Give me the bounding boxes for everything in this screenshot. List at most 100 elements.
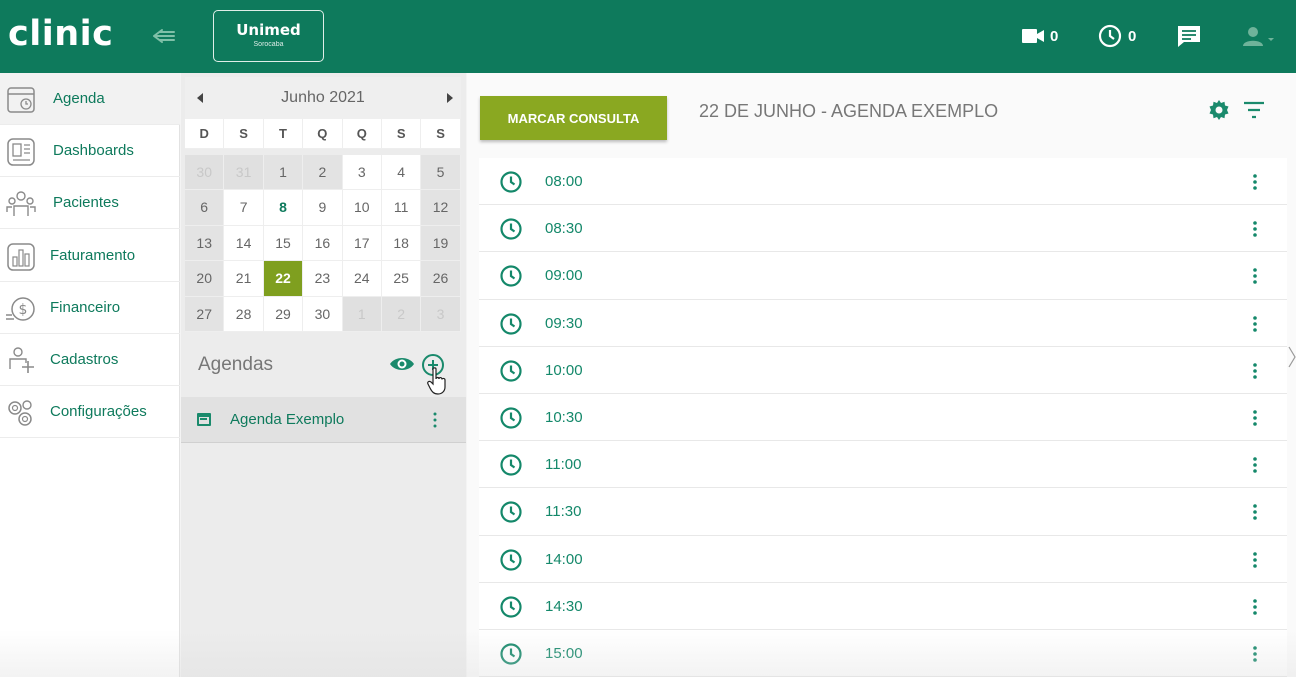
back-arrow-icon[interactable] (150, 22, 178, 50)
more-vert-icon[interactable] (1249, 502, 1261, 522)
calendar-day[interactable]: 3 (421, 296, 461, 332)
time-slot-row[interactable]: 15:00 (479, 629, 1287, 677)
eye-icon[interactable] (389, 353, 415, 375)
time-slot-row[interactable]: 10:30 (479, 393, 1287, 442)
more-vert-icon[interactable] (1249, 266, 1261, 286)
slot-time: 11:30 (545, 503, 582, 521)
calendar-day[interactable]: 7 (224, 190, 264, 226)
time-slot-row[interactable]: 11:30 (479, 488, 1287, 536)
sidebar-item-faturamento[interactable]: Faturamento (0, 230, 180, 282)
sidebar-item-dashboards[interactable]: Dashboards (0, 125, 180, 177)
calendar-weekday: S (421, 119, 461, 149)
partner-name: Unimed (236, 21, 301, 39)
sidebar-item-financeiro[interactable]: $ Financeiro (0, 282, 180, 334)
calendar-day[interactable]: 2 (381, 296, 422, 332)
calendar-day[interactable]: 15 (263, 225, 304, 261)
messages-button[interactable] (1176, 24, 1202, 48)
filter-icon[interactable] (1243, 100, 1265, 120)
calendar-day[interactable]: 12 (421, 190, 461, 226)
clock-icon (500, 643, 522, 665)
calendar-day[interactable]: 5 (421, 154, 461, 190)
top-bar: clinic Unimed Sorocaba 0 0 (0, 0, 1296, 73)
slot-time: 09:00 (545, 267, 583, 285)
agenda-item-label: Agenda Exemplo (230, 411, 345, 428)
calendar-day[interactable]: 22 (263, 261, 304, 297)
pending-button[interactable]: 0 (1098, 24, 1136, 48)
calendar-day[interactable]: 4 (381, 154, 422, 190)
clock-icon (500, 312, 522, 335)
calendar-grid: D S T Q Q S S 30 31 1 2 3 4 5 6 7 8 9 10 11 12 13 14 15 16 17 18 19… (185, 119, 461, 332)
calendar-day[interactable]: 3 (342, 154, 382, 190)
calendar-day[interactable]: 25 (381, 261, 422, 297)
more-vert-icon[interactable] (1249, 314, 1261, 334)
more-vert-icon[interactable] (1249, 172, 1261, 192)
calendar-day[interactable]: 14 (224, 225, 264, 261)
calendar-day[interactable]: 8 (263, 190, 304, 226)
calendar-day[interactable]: 13 (185, 225, 225, 261)
gear-icon[interactable] (1207, 98, 1231, 122)
calendar-day[interactable]: 23 (303, 261, 343, 297)
calendar-day[interactable]: 31 (224, 154, 264, 190)
agenda-list-item[interactable]: Agenda Exemplo (181, 397, 466, 443)
time-slot-row[interactable]: 11:00 (479, 441, 1287, 489)
calendar-day[interactable]: 19 (421, 225, 461, 261)
more-vert-icon[interactable] (1249, 597, 1261, 617)
calendar-day[interactable]: 20 (185, 261, 225, 297)
more-vert-icon[interactable] (1249, 550, 1261, 570)
calendar-day[interactable]: 10 (342, 190, 382, 226)
hand-cursor-icon (427, 367, 446, 395)
clock-icon (500, 218, 522, 240)
next-month-icon[interactable] (447, 93, 453, 103)
calendar-day[interactable]: 16 (303, 225, 343, 261)
calendar-day[interactable]: 29 (263, 296, 304, 332)
clock-icon (500, 265, 522, 287)
calendar-day[interactable]: 30 (303, 296, 343, 332)
sidebar-item-label: Pacientes (53, 194, 119, 211)
more-vert-icon[interactable] (429, 411, 441, 429)
more-vert-icon[interactable] (1249, 361, 1261, 381)
user-menu-button[interactable] (1242, 24, 1276, 48)
calendar-day[interactable]: 21 (224, 261, 264, 297)
calendar-day[interactable]: 2 (303, 154, 343, 190)
sidebar-item-configuracoes[interactable]: Configurações (0, 386, 180, 438)
calendar-day[interactable]: 27 (185, 296, 225, 332)
slot-time: 09:30 (545, 314, 583, 332)
calendar-day[interactable]: 6 (185, 190, 225, 226)
calendar-day[interactable]: 17 (342, 225, 382, 261)
calendar-day[interactable]: 11 (381, 190, 422, 226)
sidebar-item-cadastros[interactable]: Cadastros (0, 334, 180, 386)
time-slot-row[interactable]: 14:30 (479, 582, 1287, 630)
calendar-day[interactable]: 30 (185, 154, 225, 190)
sidebar-item-pacientes[interactable]: Pacientes (0, 177, 180, 229)
more-vert-icon[interactable] (1249, 644, 1261, 664)
brand-logo[interactable]: clinic (8, 14, 113, 54)
time-slot-row[interactable]: 08:00 (479, 158, 1287, 206)
more-vert-icon[interactable] (1249, 219, 1261, 239)
partner-city: Sorocaba (253, 41, 284, 48)
agenda-calendar-icon (197, 413, 211, 426)
sidebar-item-agenda[interactable]: Agenda (0, 73, 180, 125)
calendar-weekday-row: DSTQQSS (185, 119, 461, 155)
sidebar-item-label: Dashboards (53, 142, 134, 159)
time-slot-row[interactable]: 08:30 (479, 205, 1287, 253)
video-calls-button[interactable]: 0 (1022, 24, 1058, 48)
slot-time: 14:00 (545, 550, 583, 568)
calendar-day[interactable]: 9 (303, 190, 343, 226)
time-slot-row[interactable]: 14:00 (479, 535, 1287, 583)
calendar-day[interactable]: 1 (342, 296, 382, 332)
calendar-day[interactable]: 26 (421, 261, 461, 297)
calendar-day[interactable]: 1 (263, 154, 304, 190)
more-vert-icon[interactable] (1249, 455, 1261, 475)
time-slot-row[interactable]: 09:00 (479, 252, 1287, 300)
calendar-week-row: 30 31 1 2 3 4 5 (185, 154, 461, 190)
time-slot-row[interactable]: 09:30 (479, 299, 1287, 347)
dashboard-icon (7, 138, 35, 166)
calendar-day[interactable]: 18 (381, 225, 422, 261)
schedule-appointment-button[interactable]: MARCAR CONSULTA (480, 96, 667, 140)
chevron-right-icon[interactable] (1288, 345, 1296, 369)
more-vert-icon[interactable] (1249, 408, 1261, 428)
calendar-day[interactable]: 28 (224, 296, 264, 332)
time-slot-row[interactable]: 10:00 (479, 346, 1287, 394)
calendar-day[interactable]: 24 (342, 261, 382, 297)
slot-time: 10:30 (545, 408, 583, 426)
